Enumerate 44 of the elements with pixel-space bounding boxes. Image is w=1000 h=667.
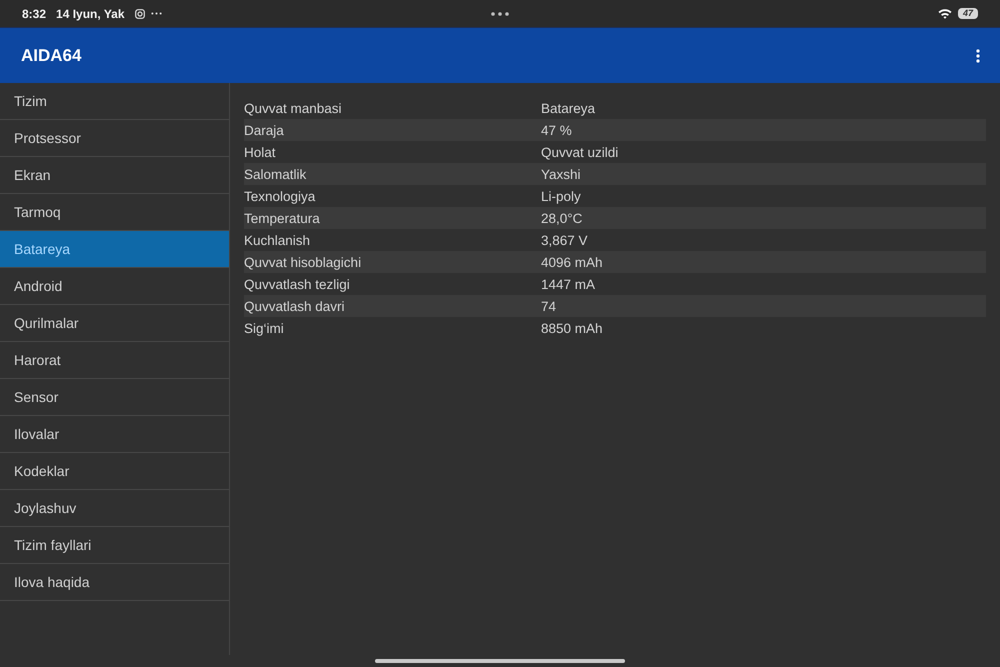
property-value: Quvvat uzildi: [541, 144, 618, 160]
property-value: 4096 mAh: [541, 254, 603, 270]
property-label: Holat: [244, 144, 277, 160]
property-value: 8850 mAh: [541, 320, 603, 336]
property-label: Temperatura: [244, 210, 321, 226]
app-title: AIDA64: [21, 46, 82, 66]
sidebar-item[interactable]: Tizim: [0, 83, 229, 120]
property-label: Kuchlanish: [244, 232, 312, 248]
property-value: 74: [541, 298, 556, 314]
property-value: Yaxshi: [541, 166, 581, 182]
kebab-menu-icon: [976, 48, 980, 62]
sidebar-item[interactable]: Kodeklar: [0, 453, 229, 490]
sidebar-item[interactable]: Sensor: [0, 379, 229, 416]
property-label: Texnologiya: [244, 188, 316, 204]
property-label: Salomatlik: [244, 166, 308, 182]
property-value: 1447 mA: [541, 276, 596, 292]
sidebar-item[interactable]: Batareya: [0, 231, 229, 268]
sidebar-item[interactable]: Android: [0, 268, 229, 305]
wifi-icon: [938, 8, 952, 19]
multitask-dots-icon[interactable]: [491, 12, 509, 16]
sidebar-item[interactable]: Ilovalar: [0, 416, 229, 453]
sidebar-item[interactable]: Protsessor: [0, 120, 229, 157]
property-label: Quvvatlash tezligi: [244, 276, 351, 292]
property-label: Sig‘imi: [244, 320, 285, 336]
property-value: 28,0°C: [541, 210, 582, 226]
sidebar-item[interactable]: Ekran: [0, 157, 229, 194]
property-value: 47 %: [541, 122, 572, 138]
property-value: 3,867 V: [541, 232, 588, 248]
property-value: Batareya: [541, 100, 596, 116]
sidebar-item[interactable]: Qurilmalar: [0, 305, 229, 342]
property-label: Daraja: [244, 122, 285, 138]
battery-indicator: 47: [958, 8, 978, 19]
property-label: Quvvatlash davri: [244, 298, 346, 314]
status-date: 14 Iyun, Yak: [56, 6, 125, 20]
sidebar-item[interactable]: Joylashuv: [0, 490, 229, 527]
property-label: Quvvat hisoblagichi: [244, 254, 362, 270]
more-icon: [150, 12, 162, 15]
sidebar-item[interactable]: Harorat: [0, 342, 229, 379]
sidebar-item[interactable]: Ilova haqida: [0, 564, 229, 601]
camera-icon: [134, 8, 145, 18]
status-time: 8:32: [22, 6, 46, 20]
sidebar-item[interactable]: Tizim fayllari: [0, 527, 229, 564]
property-label: Quvvat manbasi: [244, 100, 343, 116]
property-value: Li-poly: [541, 188, 581, 204]
